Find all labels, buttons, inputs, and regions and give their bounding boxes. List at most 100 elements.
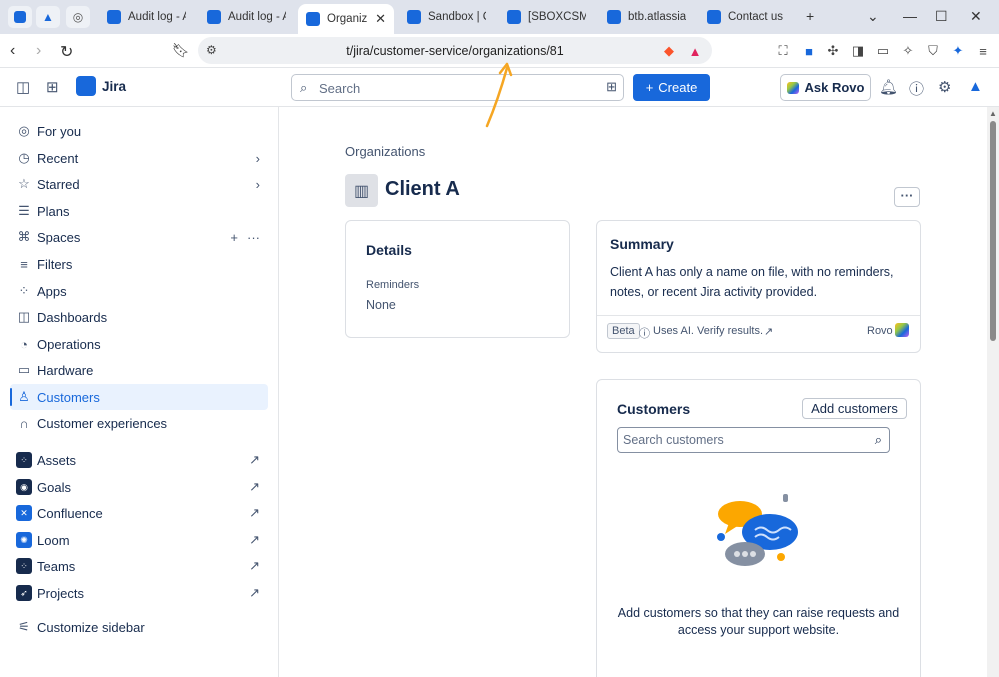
screenshot-icon[interactable]: ⛶ bbox=[775, 43, 791, 59]
app-switcher-icon[interactable]: ⊞ bbox=[46, 78, 59, 96]
sidebar-app-confluence[interactable]: ✕ Confluence ↗ bbox=[10, 500, 268, 526]
search-customers-input[interactable]: Search customers ⌕ bbox=[617, 427, 890, 453]
extensions-puzzle-icon[interactable]: ✣ bbox=[825, 43, 841, 59]
page-scrollbar[interactable]: ▲ bbox=[987, 107, 999, 677]
sidebar-item-apps[interactable]: ⁘ Apps bbox=[10, 278, 268, 304]
more-options-icon[interactable]: ··· bbox=[247, 230, 260, 245]
breadcrumb[interactable]: Organizations bbox=[345, 144, 425, 159]
vpn-shield-icon[interactable]: ⛉ bbox=[925, 43, 941, 59]
customers-title: Customers bbox=[617, 401, 691, 417]
pinned-tab-icon[interactable]: ◎ bbox=[66, 6, 90, 28]
sidebar-toggle-icon[interactable]: ◫ bbox=[16, 78, 30, 96]
rovo-label: Rovo bbox=[867, 325, 893, 337]
external-link-icon: ↗ bbox=[249, 585, 260, 600]
add-space-icon[interactable]: + bbox=[230, 230, 238, 245]
browser-tab[interactable]: Audit log - A bbox=[199, 5, 294, 29]
wallet-icon[interactable]: ▭ bbox=[875, 43, 891, 59]
external-link-icon[interactable]: ↗ bbox=[764, 325, 773, 338]
customize-sidebar-button[interactable]: ⚟ Customize sidebar bbox=[10, 614, 268, 640]
tab-search-chevron-icon[interactable]: ⌄ bbox=[867, 8, 879, 25]
jira-favicon-icon bbox=[306, 12, 320, 26]
sidebar-app-teams[interactable]: ⁘ Teams ↗ bbox=[10, 553, 268, 579]
sidebar-item-hardware[interactable]: ▭ Hardware bbox=[10, 357, 268, 383]
notifications-bell-icon[interactable]: 🔔︎ bbox=[879, 78, 898, 96]
apps-icon: ⁘ bbox=[18, 283, 30, 298]
workspaces-icon[interactable] bbox=[8, 6, 32, 28]
browser-tab[interactable]: Sandbox | Cu bbox=[399, 5, 494, 29]
sidebar-toggle-icon[interactable]: ◨ bbox=[850, 43, 866, 59]
close-window-icon[interactable]: ✕ bbox=[970, 8, 982, 25]
rovo-logo-icon bbox=[895, 323, 909, 337]
sidebar-item-spaces[interactable]: ⌘ Spaces + ··· bbox=[10, 224, 268, 250]
create-button[interactable]: + Create bbox=[633, 74, 710, 101]
browser-menu-icon[interactable]: ≡ bbox=[975, 43, 991, 59]
sidebar-item-starred[interactable]: ☆ Starred › bbox=[10, 171, 268, 197]
sidebar-item-recent[interactable]: ◷ Recent › bbox=[10, 145, 268, 171]
add-customers-button[interactable]: Add customers bbox=[802, 398, 907, 419]
jira-logo-icon[interactable] bbox=[76, 76, 96, 96]
leo-ai-icon[interactable]: ✧ bbox=[900, 43, 916, 59]
teams-app-icon: ⁘ bbox=[16, 558, 32, 574]
browser-tab-strip: ▲ ◎ Audit log - A Audit log - A Organiz … bbox=[0, 0, 999, 34]
rovo-logo-icon bbox=[786, 81, 799, 94]
scroll-up-icon[interactable]: ▲ bbox=[989, 109, 997, 118]
browser-tab[interactable]: Contact us bbox=[699, 5, 794, 29]
sidebar-app-projects[interactable]: ➶ Projects ↗ bbox=[10, 580, 268, 606]
profile-icon[interactable]: ✦ bbox=[950, 43, 966, 59]
search-input[interactable]: ⌕ Search ⊞ bbox=[291, 74, 624, 101]
operations-icon: ◔ bbox=[20, 336, 28, 352]
jira-favicon-icon bbox=[207, 10, 221, 24]
ai-verify-link[interactable]: Uses AI. Verify results. bbox=[653, 325, 763, 337]
user-circle-icon: ◎ bbox=[18, 123, 30, 138]
help-icon[interactable]: ⓘ bbox=[909, 78, 924, 99]
bookmark-icon[interactable]: 🔖︎ bbox=[172, 42, 190, 59]
sidebar-item-customers[interactable]: ♙ Customers bbox=[10, 384, 268, 410]
sidebar-app-assets[interactable]: ⁘ Assets ↗ bbox=[10, 447, 268, 473]
sidebar-item-filters[interactable]: ≡ Filters bbox=[10, 251, 268, 277]
browser-tab[interactable]: Audit log - A bbox=[99, 5, 194, 29]
search-filters-icon[interactable]: ⊞ bbox=[606, 79, 617, 95]
jira-favicon-icon bbox=[407, 10, 421, 24]
external-link-icon: ↗ bbox=[249, 532, 260, 547]
sidebar-item-for-you[interactable]: ◎ For you bbox=[10, 118, 268, 144]
headset-icon: ∩ bbox=[19, 415, 29, 431]
sidebar-item-dashboards[interactable]: ◫ Dashboards bbox=[10, 304, 268, 330]
minimize-icon[interactable]: — bbox=[903, 8, 917, 24]
filter-icon: ≡ bbox=[20, 256, 28, 272]
star-icon: ☆ bbox=[18, 176, 30, 191]
settings-gear-icon[interactable]: ⚙ bbox=[938, 78, 951, 96]
extension-icon[interactable]: ■ bbox=[801, 43, 817, 59]
browser-tab[interactable]: [SBOXCSM-5 bbox=[499, 5, 594, 29]
url-field[interactable]: ⚙ t/jira/customer-service/organizations/… bbox=[198, 37, 712, 64]
forward-icon[interactable]: › bbox=[36, 42, 41, 60]
brave-shields-icon[interactable]: ◆ bbox=[661, 43, 677, 59]
person-icon: ♙ bbox=[18, 389, 30, 404]
more-actions-button[interactable]: ··· bbox=[894, 187, 920, 207]
external-link-icon: ↗ bbox=[249, 558, 260, 573]
new-tab-icon[interactable]: + bbox=[806, 8, 814, 24]
browser-tab-active[interactable]: Organiz ✕ bbox=[298, 4, 394, 34]
atlassian-account-icon[interactable]: ▲ bbox=[968, 78, 983, 95]
scrollbar-thumb[interactable] bbox=[990, 121, 996, 341]
details-card: Details Reminders None bbox=[345, 220, 570, 338]
ask-rovo-button[interactable]: Ask Rovo bbox=[780, 74, 871, 101]
sidebar-app-loom[interactable]: ✺ Loom ↗ bbox=[10, 527, 268, 553]
customize-sliders-icon: ⚟ bbox=[18, 619, 30, 634]
search-icon: ⌕ bbox=[874, 432, 882, 447]
external-link-icon: ↗ bbox=[249, 479, 260, 494]
atlassian-pinned-tab-icon[interactable]: ▲ bbox=[36, 6, 60, 28]
app-name[interactable]: Jira bbox=[102, 79, 126, 94]
browser-tab[interactable]: btb.atlassian bbox=[599, 5, 694, 29]
reminders-value: None bbox=[366, 298, 396, 312]
sidebar-item-operations[interactable]: ◔ Operations bbox=[10, 331, 268, 357]
jira-favicon-icon bbox=[107, 10, 121, 24]
maximize-icon[interactable]: ☐ bbox=[935, 8, 948, 25]
close-tab-icon[interactable]: ✕ bbox=[375, 11, 386, 27]
back-icon[interactable]: ‹ bbox=[10, 42, 15, 60]
brave-rewards-icon[interactable]: ▲ bbox=[687, 43, 703, 59]
reload-icon[interactable]: ↻ bbox=[60, 42, 73, 62]
spaces-icon: ⌘ bbox=[17, 229, 31, 244]
sidebar-app-goals[interactable]: ◉ Goals ↗ bbox=[10, 474, 268, 500]
sidebar-item-customer-experiences[interactable]: ∩ Customer experiences bbox=[10, 410, 268, 436]
sidebar-item-plans[interactable]: ☰ Plans bbox=[10, 198, 268, 224]
